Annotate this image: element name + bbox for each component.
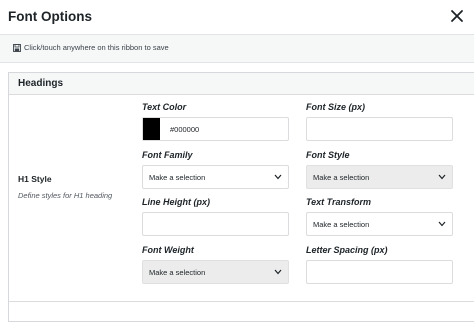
chevron-down-icon [274,174,282,180]
letter-spacing-input[interactable] [306,260,453,284]
text-transform-select[interactable]: Make a selection [306,212,453,236]
chevron-down-icon [438,174,446,180]
close-icon[interactable] [450,9,464,23]
font-style-label: Font Style [306,150,350,160]
save-icon [13,43,21,52]
close-button[interactable] [446,5,468,27]
font-family-selected: Make a selection [149,173,206,182]
line-height-input[interactable] [142,212,289,236]
text-color-value: #000000 [170,125,200,134]
row-divider [9,301,474,302]
text-transform-label: Text Transform [306,197,372,207]
text-color-label: Text Color [142,102,187,112]
font-weight-selected: Make a selection [149,268,206,277]
h1-style-label: H1 Style [18,174,52,184]
line-height-label: Line Height (px) [142,197,210,207]
save-ribbon-content[interactable]: Click/touch anywhere on this ribbon to s… [13,43,169,52]
font-family-select[interactable]: Make a selection [142,165,289,189]
font-family-label: Font Family [142,150,193,160]
letter-spacing-label: Letter Spacing (px) [306,245,388,255]
save-ribbon-text: Click/touch anywhere on this ribbon to s… [24,43,169,52]
chevron-down-icon [438,221,446,227]
dialog-header: Font Options [0,0,474,34]
text-transform-selected: Make a selection [313,220,370,229]
section-title: Headings [18,78,64,89]
font-style-selected: Make a selection [313,173,370,182]
chevron-down-icon [274,269,282,275]
text-color-picker[interactable]: #000000 [142,117,289,141]
save-ribbon[interactable]: Click/touch anywhere on this ribbon to s… [0,34,474,63]
font-weight-select[interactable]: Make a selection [142,260,289,284]
color-swatch[interactable] [143,118,160,140]
font-weight-label: Font Weight [142,245,194,255]
dialog-title: Font Options [8,9,92,24]
font-style-select[interactable]: Make a selection [306,165,453,189]
font-size-label: Font Size (px) [306,102,365,112]
section-header: Headings [9,73,474,95]
font-size-input[interactable] [306,117,453,141]
h1-style-description: Define styles for H1 heading [18,191,113,200]
